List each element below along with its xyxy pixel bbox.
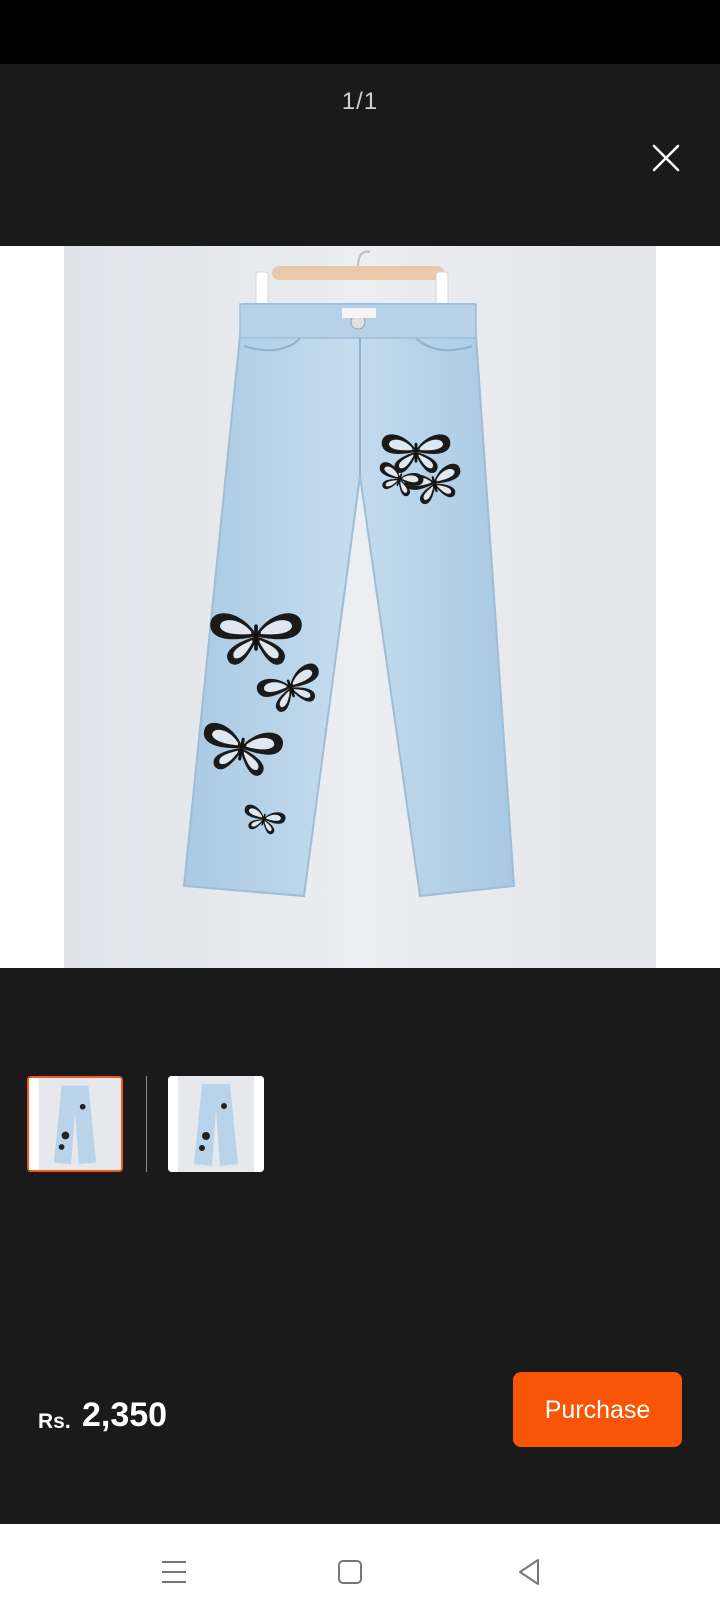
jeans-illustration bbox=[64, 246, 656, 968]
thumbnail-1[interactable] bbox=[27, 1076, 123, 1172]
thumbnail-image bbox=[168, 1076, 264, 1172]
image-counter: 1/1 bbox=[341, 88, 379, 115]
price-bar: Rs. 2,350 Purchase bbox=[0, 1372, 720, 1524]
menu-icon bbox=[162, 1561, 186, 1583]
status-bar bbox=[0, 0, 720, 64]
home-square-icon bbox=[338, 1560, 362, 1584]
image-stage[interactable] bbox=[0, 246, 720, 968]
back-button[interactable] bbox=[510, 1552, 550, 1592]
home-button[interactable] bbox=[330, 1552, 370, 1592]
thumbnail-2[interactable] bbox=[168, 1076, 264, 1172]
system-nav-bar bbox=[0, 1524, 720, 1612]
currency-label: Rs. bbox=[38, 1410, 71, 1433]
thumbnail-divider bbox=[146, 1076, 147, 1172]
thumbnail-image bbox=[29, 1078, 121, 1170]
purchase-button[interactable]: Purchase bbox=[513, 1372, 682, 1447]
close-button[interactable] bbox=[644, 136, 688, 180]
back-triangle-icon bbox=[519, 1559, 539, 1585]
menu-button[interactable] bbox=[154, 1552, 194, 1592]
product-photo[interactable] bbox=[64, 246, 656, 968]
thumbnail-strip bbox=[0, 1076, 720, 1172]
price-amount: 2,350 bbox=[82, 1396, 168, 1434]
close-icon bbox=[652, 144, 680, 172]
